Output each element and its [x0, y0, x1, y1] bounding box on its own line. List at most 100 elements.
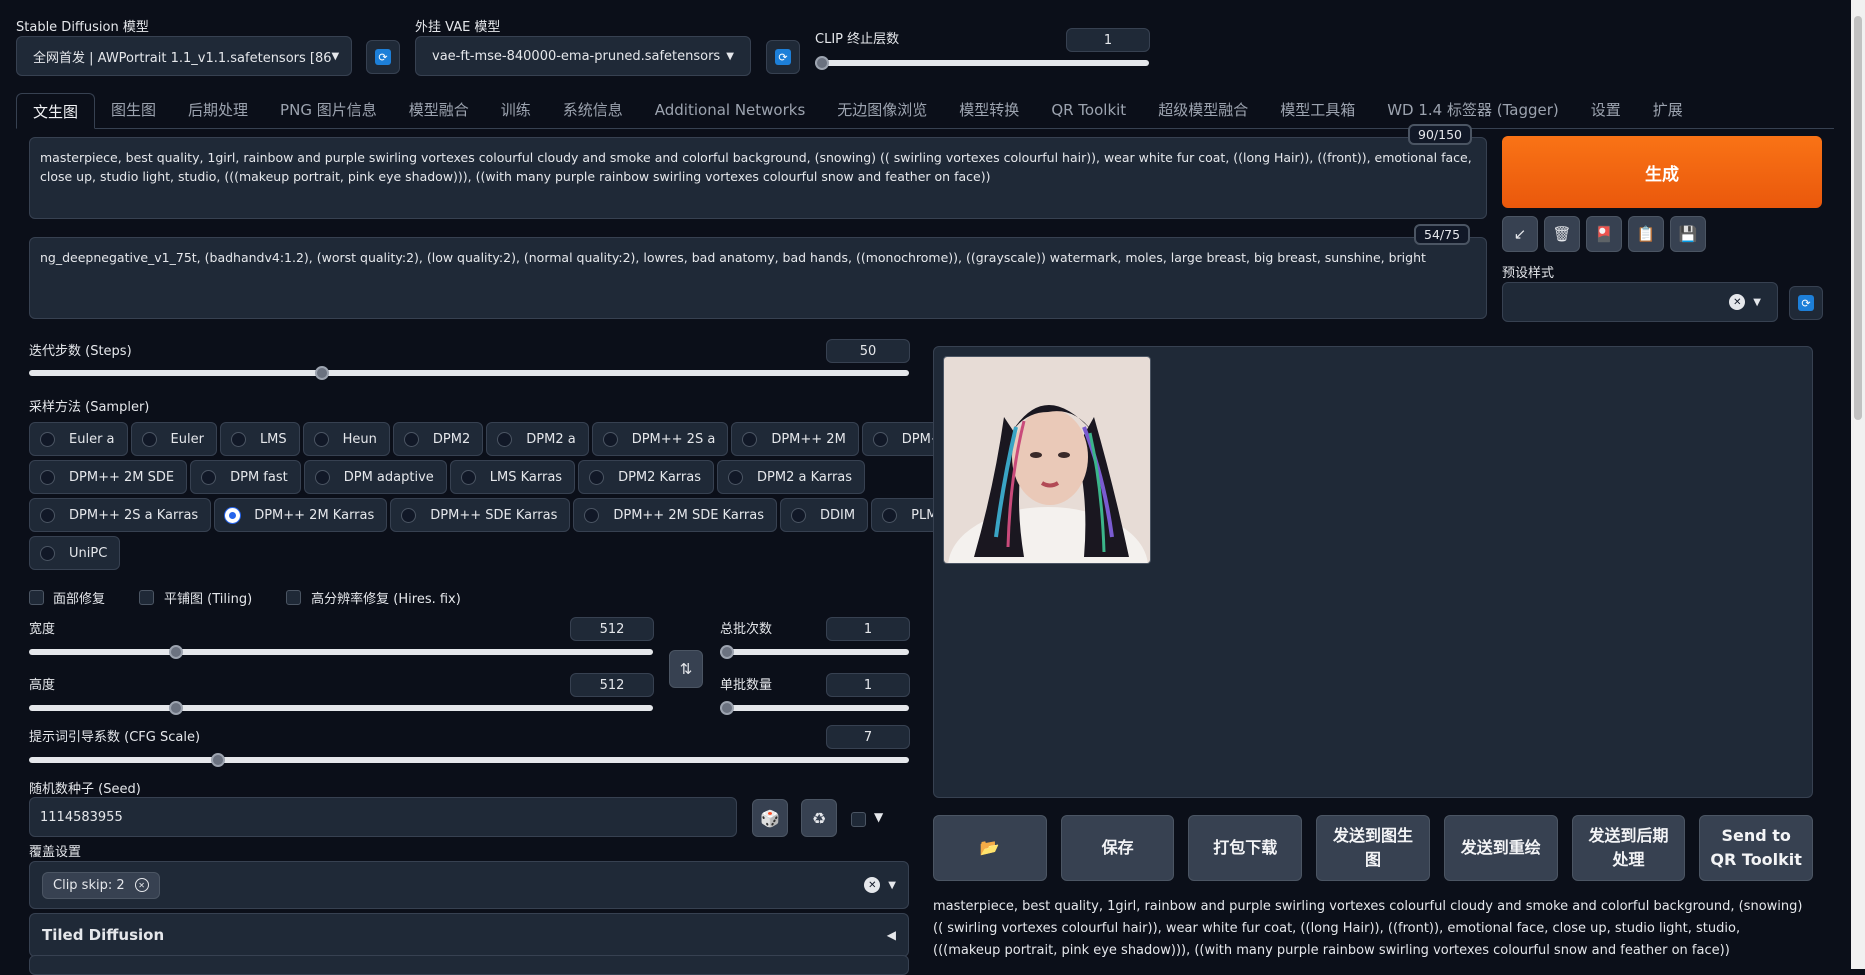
sampler-option[interactable]: Heun [302, 422, 390, 456]
positive-prompt-input[interactable]: masterpiece, best quality, 1girl, rainbo… [29, 137, 1487, 219]
tiling-checkbox[interactable] [139, 590, 155, 605]
sd-model-refresh-button[interactable]: ⟳ [366, 40, 400, 74]
override-settings-dropdown[interactable]: Clip skip: 2 ✕ ✕ ▼ [29, 861, 909, 909]
slider-thumb[interactable] [315, 366, 329, 380]
read-params-button[interactable]: ↙ [1502, 216, 1538, 252]
recycle-icon: ♻ [811, 808, 827, 828]
width-number-input[interactable]: 512 [570, 617, 654, 641]
scrollbar-thumb[interactable] [1854, 16, 1862, 420]
extra-seed-checkbox[interactable] [851, 812, 866, 827]
height-slider[interactable] [29, 701, 653, 715]
tab-13[interactable]: WD 1.4 标签器 (Tagger) [1371, 92, 1575, 128]
clear-icon[interactable]: ✕ [864, 877, 881, 893]
steps-number-input[interactable]: 50 [826, 339, 910, 363]
random-seed-button[interactable]: 🎲 [752, 799, 788, 837]
tiled-diffusion-accordion[interactable]: Tiled Diffusion ◀ [29, 913, 909, 957]
apply-style-button[interactable]: 📋 [1628, 216, 1664, 252]
clear-icon[interactable]: ✕ [1729, 294, 1746, 310]
sampler-option[interactable]: LMS Karras [449, 460, 576, 494]
sampler-option[interactable]: DPM2 Karras [578, 460, 715, 494]
steps-slider[interactable] [29, 366, 909, 380]
vae-refresh-button[interactable]: ⟳ [766, 40, 800, 74]
tab-8[interactable]: 无边图像浏览 [821, 92, 943, 128]
output-action-button-4[interactable]: 发送到重绘 [1443, 815, 1558, 881]
slider-thumb[interactable] [815, 56, 829, 70]
tab-3[interactable]: PNG 图片信息 [264, 92, 393, 128]
height-number-input[interactable]: 512 [570, 673, 654, 697]
width-slider[interactable] [29, 645, 653, 659]
preset-refresh-button[interactable]: ⟳ [1789, 286, 1823, 320]
sampler-option[interactable]: DPM++ 2M SDE Karras [573, 498, 778, 532]
radio-indicator [314, 469, 330, 485]
sampler-option[interactable]: DPM2 a Karras [717, 460, 866, 494]
sampler-option[interactable]: Euler a [29, 422, 128, 456]
sampler-option[interactable]: DPM fast [190, 460, 301, 494]
sd-model-dropdown[interactable]: 全网首发 | AWPortrait 1.1_v1.1.safetensors [… [16, 36, 352, 76]
generated-image[interactable] [943, 356, 1151, 564]
tab-4[interactable]: 模型融合 [393, 92, 485, 128]
output-action-button-2[interactable]: 打包下载 [1188, 815, 1303, 881]
cfg-slider[interactable] [29, 753, 909, 767]
batch-size-input[interactable]: 1 [826, 673, 910, 697]
clear-prompt-button[interactable]: 🗑 [1544, 216, 1580, 252]
tab-11[interactable]: 超级模型融合 [1142, 92, 1264, 128]
tab-1[interactable]: 图生图 [95, 92, 172, 128]
tab-10[interactable]: QR Toolkit [1035, 92, 1142, 128]
tab-6[interactable]: 系统信息 [547, 92, 639, 128]
sampler-option[interactable]: UniPC [29, 536, 121, 570]
sampler-option[interactable]: DPM++ SDE Karras [390, 498, 571, 532]
seed-input[interactable]: 1114583955 [29, 797, 737, 837]
output-action-button-1[interactable]: 保存 [1060, 815, 1175, 881]
slider-thumb[interactable] [211, 753, 225, 767]
tab-2[interactable]: 后期处理 [172, 92, 264, 128]
negative-prompt-input[interactable]: ng_deepnegative_v1_75t, (badhandv4:1.2),… [29, 237, 1487, 319]
hires-fix-checkbox[interactable] [286, 590, 302, 605]
sampler-option[interactable]: DPM++ 2S a Karras [29, 498, 212, 532]
output-action-button-5[interactable]: 发送到后期处理 [1571, 815, 1686, 881]
sampler-option[interactable]: DPM++ 2M SDE [29, 460, 188, 494]
slider-thumb[interactable] [169, 645, 183, 659]
clip-slider[interactable] [815, 56, 1149, 70]
sampler-option[interactable]: DPM adaptive [303, 460, 447, 494]
output-action-button-3[interactable]: 发送到图生图 [1316, 815, 1430, 881]
cfg-number-input[interactable]: 7 [826, 725, 910, 749]
tab-5[interactable]: 训练 [485, 92, 547, 128]
vae-dropdown[interactable]: vae-ft-mse-840000-ema-pruned.safetensors… [415, 36, 751, 76]
sampler-option[interactable]: DPM2 [392, 422, 484, 456]
page-scrollbar[interactable] [1851, 0, 1865, 969]
output-action-button-6[interactable]: Send to QR Toolkit [1699, 815, 1814, 881]
tiled-diffusion-label: Tiled Diffusion [42, 926, 165, 944]
tab-7[interactable]: Additional Networks [639, 92, 822, 128]
generate-button[interactable]: 生成 [1502, 136, 1822, 208]
reuse-seed-button[interactable]: ♻ [801, 799, 837, 837]
tab-15[interactable]: 扩展 [1637, 92, 1699, 128]
batch-count-input[interactable]: 1 [826, 617, 910, 641]
sampler-option[interactable]: DPM2 a [486, 422, 589, 456]
slider-thumb[interactable] [169, 701, 183, 715]
tab-12[interactable]: 模型工具箱 [1264, 92, 1371, 128]
sampler-option[interactable]: DPM++ 2S a [591, 422, 729, 456]
face-restore-checkbox[interactable] [29, 590, 44, 605]
slider-thumb[interactable] [720, 645, 734, 659]
swap-dimensions-button[interactable]: ⇅ [669, 650, 703, 688]
sampler-option[interactable]: DPM++ 2M [731, 422, 859, 456]
sampler-option[interactable]: DDIM [780, 498, 869, 532]
slider-track [29, 757, 909, 763]
tab-14[interactable]: 设置 [1575, 92, 1637, 128]
extra-networks-button[interactable]: 🎴 [1586, 216, 1622, 252]
slider-thumb[interactable] [720, 701, 734, 715]
tab-0[interactable]: 文生图 [16, 93, 96, 129]
batch-size-slider[interactable] [720, 701, 909, 715]
output-action-button-0[interactable]: 📂 [933, 815, 1047, 881]
tab-9[interactable]: 模型转换 [943, 92, 1035, 128]
remove-chip-icon[interactable]: ✕ [134, 878, 149, 892]
sampler-option[interactable]: Euler [130, 422, 217, 456]
sampler-option[interactable]: DPM++ 2M Karras [214, 498, 388, 532]
expand-triangle-icon[interactable]: ▼ [874, 810, 883, 824]
radio-indicator [728, 469, 744, 485]
preset-dropdown[interactable]: ✕ ▼ [1502, 282, 1778, 322]
batch-count-slider[interactable] [720, 645, 909, 659]
sampler-option[interactable]: LMS [219, 422, 300, 456]
save-style-button[interactable]: 💾 [1670, 216, 1706, 252]
clip-number-input[interactable]: 1 [1066, 28, 1150, 52]
